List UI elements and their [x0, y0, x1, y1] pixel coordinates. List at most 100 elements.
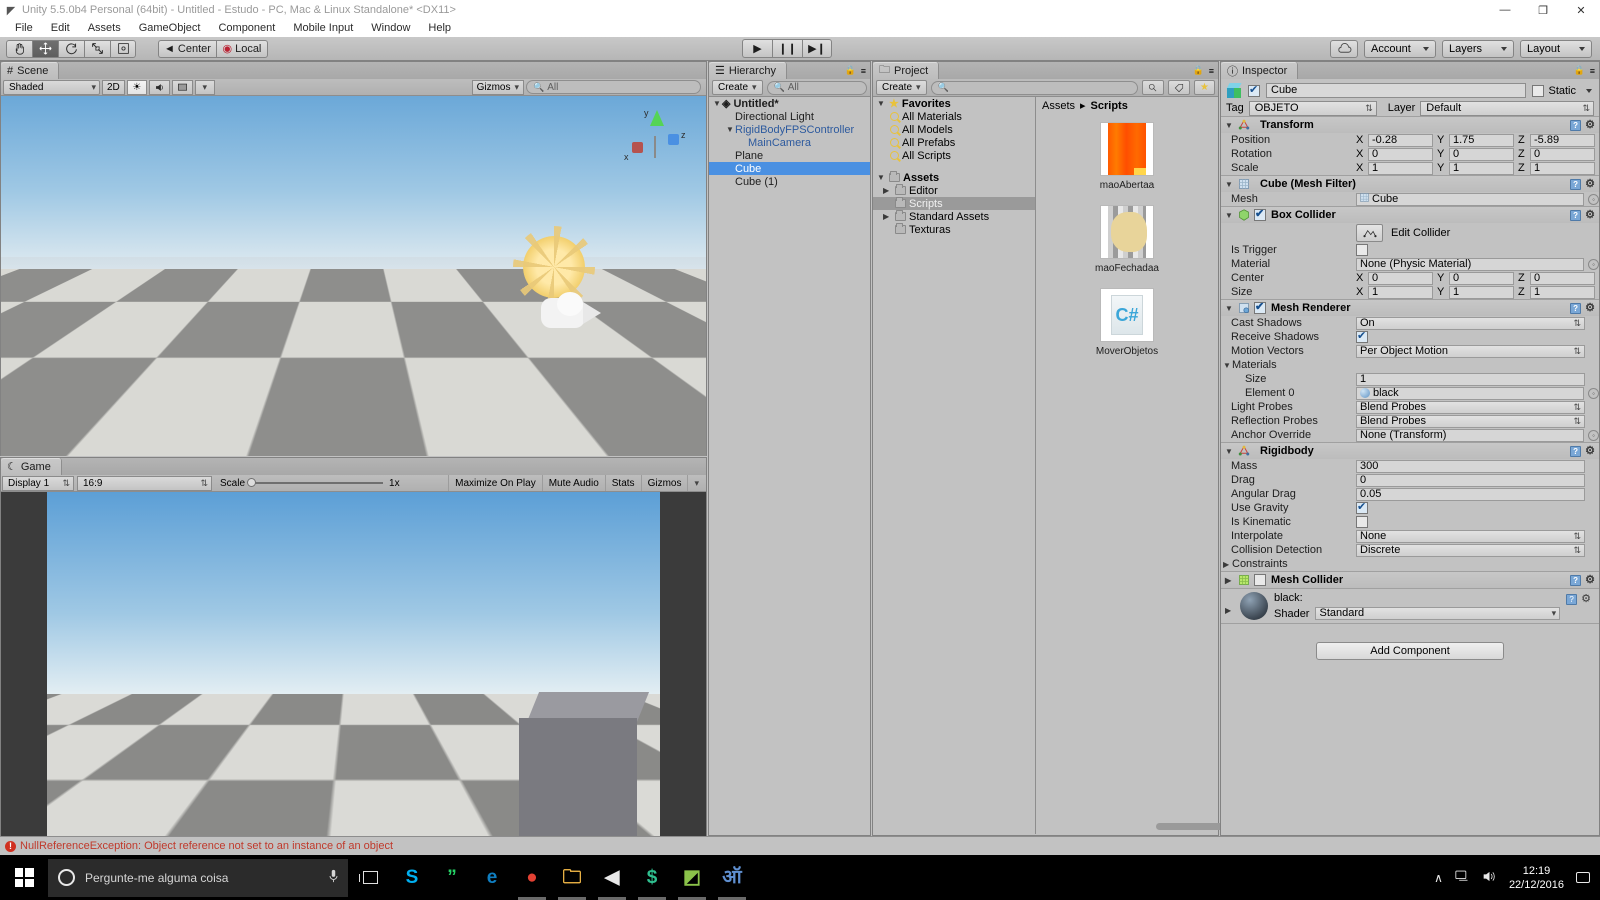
axis-field-z[interactable]: 1 [1530, 285, 1595, 299]
object-reference-field[interactable]: None (Physic Material) [1356, 257, 1584, 271]
project-filter-type-button[interactable] [1142, 80, 1165, 95]
property-checkbox[interactable] [1356, 244, 1368, 256]
hierarchy-item-maincamera[interactable]: MainCamera [709, 136, 870, 149]
axis-field-z[interactable]: 1 [1530, 161, 1595, 175]
taskbar-app-whatsapp[interactable]: ” [432, 855, 472, 900]
rotate-tool-button[interactable] [58, 39, 84, 58]
tab-hierarchy[interactable]: ☰ Hierarchy [709, 62, 787, 79]
menu-gameobject[interactable]: GameObject [130, 20, 210, 37]
dropdown-field[interactable]: Per Object Motion ⇅ [1356, 344, 1585, 358]
gear-icon[interactable]: ⚙ [1585, 209, 1595, 221]
tray-chevron-icon[interactable]: ∧ [1434, 871, 1443, 885]
project-horizontal-scrollbar[interactable] [1036, 821, 1236, 832]
text-field[interactable]: 1 [1356, 372, 1585, 386]
component-enabled-checkbox[interactable] [1254, 574, 1266, 586]
breadcrumb-assets[interactable]: Assets [1042, 100, 1075, 112]
menu-assets[interactable]: Assets [79, 20, 130, 37]
project-favorite-all-scripts[interactable]: All Scripts [873, 149, 1035, 162]
chevron-right-icon[interactable]: ▶ [883, 186, 892, 195]
camera-gizmo[interactable] [541, 292, 613, 334]
chevron-down-icon[interactable]: ▼ [1225, 180, 1234, 189]
axis-field-y[interactable]: 1 [1449, 161, 1514, 175]
chevron-down-icon[interactable]: ▼ [1225, 447, 1234, 456]
chevron-right-icon[interactable]: ▶ [1223, 560, 1232, 569]
directional-light-gizmo[interactable] [513, 226, 595, 308]
volume-icon[interactable] [1482, 870, 1497, 886]
project-favorite-all-prefabs[interactable]: All Prefabs [873, 136, 1035, 149]
asset-item[interactable]: C# MoverObjetos [1082, 288, 1172, 357]
tab-scene[interactable]: # Scene [1, 62, 60, 79]
static-checkbox[interactable] [1532, 84, 1545, 97]
lock-icon[interactable]: 🔒 [1574, 65, 1585, 76]
project-favorite-all-materials[interactable]: All Materials [873, 110, 1035, 123]
object-picker-button[interactable]: ◦ [1588, 258, 1599, 270]
help-icon[interactable]: ? [1570, 178, 1582, 190]
scene-viewport[interactable]: y z x [1, 96, 706, 456]
axis-field-y[interactable]: 1 [1449, 285, 1514, 299]
status-bar[interactable]: ! NullReferenceException: Object referen… [0, 836, 1600, 855]
gizmo-axis-x[interactable] [203, 421, 253, 437]
text-field[interactable]: 0.05 [1356, 487, 1585, 501]
pause-button[interactable]: ❙❙ [772, 39, 802, 58]
microphone-icon[interactable] [329, 869, 338, 886]
object-reference-field[interactable]: Cube [1356, 192, 1584, 206]
axis-field-y[interactable]: 0 [1449, 147, 1514, 161]
maximize-button[interactable]: ❐ [1524, 0, 1562, 20]
aspect-dropdown[interactable]: 16:9 ⇅ [77, 475, 212, 491]
axis-field-y[interactable]: 1.75 [1449, 133, 1514, 147]
mute-audio-toggle[interactable]: Mute Audio [541, 475, 605, 491]
project-create-button[interactable]: Create ▾ [876, 80, 927, 95]
layers-dropdown[interactable]: Layers [1442, 39, 1514, 58]
gear-icon[interactable]: ⚙ [1585, 445, 1595, 457]
help-icon[interactable]: ? [1570, 209, 1582, 221]
help-icon[interactable]: ? [1566, 594, 1578, 605]
gear-icon[interactable]: ⚙ [1585, 574, 1595, 586]
hand-tool-button[interactable] [6, 39, 32, 58]
property-checkbox[interactable] [1356, 500, 1368, 514]
axis-field-z[interactable]: -5.89 [1530, 133, 1595, 147]
game-viewport[interactable] [1, 492, 706, 852]
hierarchy-scene-root[interactable]: ▼ ◈ Untitled* [709, 97, 870, 111]
dropdown-field[interactable]: On ⇅ [1356, 316, 1585, 330]
project-folder-scripts[interactable]: Scripts [873, 197, 1035, 210]
help-icon[interactable]: ? [1570, 445, 1582, 457]
component-header[interactable]: ▼ Rigidbody? ⚙ [1221, 443, 1599, 459]
panel-menu-icon[interactable]: ≡ [1590, 66, 1595, 76]
hierarchy-create-button[interactable]: Create ▾ [712, 80, 763, 95]
component-header[interactable]: ▼Box Collider?⚙ [1221, 207, 1599, 223]
gear-icon[interactable]: ⚙ [1585, 119, 1595, 131]
chevron-down-icon[interactable]: ▼ [1225, 211, 1234, 220]
dropdown-field[interactable]: Discrete ⇅ [1356, 543, 1585, 557]
taskbar-app-file-explorer[interactable]: 🗀 [552, 855, 592, 900]
menu-mobile-input[interactable]: Mobile Input [284, 20, 362, 37]
hierarchy-item-directional-light[interactable]: Directional Light [709, 110, 870, 123]
scene-fx-icon[interactable] [171, 79, 193, 95]
taskbar-app-skype[interactable]: S [392, 855, 432, 900]
add-component-button[interactable]: Add Component [1316, 642, 1504, 660]
axis-field-y[interactable]: 0 [1449, 271, 1514, 285]
component-enabled-checkbox[interactable] [1254, 207, 1266, 221]
display-dropdown[interactable]: Display 1 ⇅ [2, 475, 74, 491]
account-dropdown[interactable]: Account [1364, 39, 1436, 58]
scale-slider[interactable] [247, 478, 384, 487]
panel-menu-icon[interactable]: ≡ [1209, 66, 1214, 76]
network-icon[interactable] [1455, 870, 1470, 886]
chevron-right-icon[interactable]: ▶ [1225, 592, 1234, 615]
axis-field-x[interactable]: 1 [1368, 285, 1433, 299]
move-tool-button[interactable] [32, 39, 58, 58]
object-picker-button[interactable]: ◦ [1588, 193, 1599, 205]
project-folder-standard-assets[interactable]: ▶ Standard Assets [873, 210, 1035, 223]
object-name-input[interactable]: Cube [1266, 83, 1527, 98]
taskbar-app-chrome[interactable]: ● [512, 855, 552, 900]
gizmo-axis-y[interactable] [197, 333, 207, 390]
scale-tool-button[interactable] [84, 39, 110, 58]
dropdown-field[interactable]: Blend Probes ⇅ [1356, 400, 1585, 414]
taskbar-app-monodevelop[interactable]: ऑ [712, 855, 752, 900]
object-reference-field[interactable]: None (Transform) [1356, 428, 1584, 442]
taskbar-app-unity-hub[interactable]: $ [632, 855, 672, 900]
project-folder-texturas[interactable]: Texturas [873, 223, 1035, 236]
play-button[interactable]: ▶ [742, 39, 772, 58]
task-view-button[interactable] [348, 855, 392, 900]
layer-dropdown[interactable]: Default ⇅ [1420, 100, 1594, 116]
text-field[interactable]: 300 [1356, 459, 1585, 473]
